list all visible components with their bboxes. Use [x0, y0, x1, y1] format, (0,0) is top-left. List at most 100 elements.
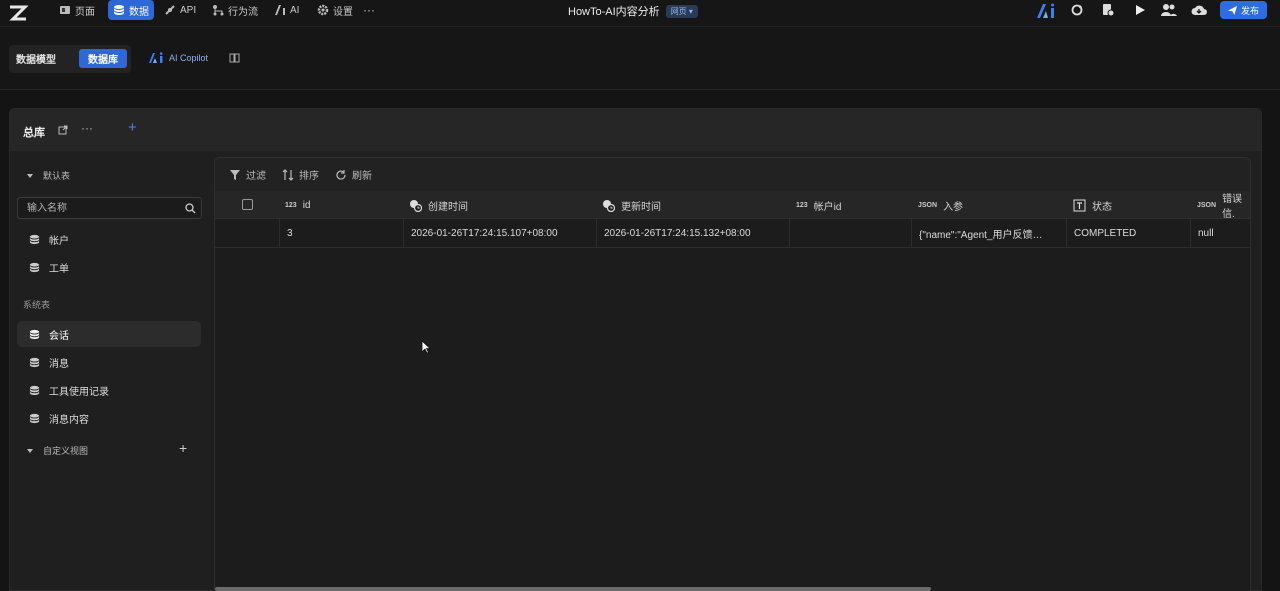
- platform-badge[interactable]: 网页 ▾: [665, 4, 698, 18]
- sidebar-item-label: 会话: [49, 330, 69, 342]
- data-table-area: 过滤 排序 刷新 123 id 创建时间 更新时间 123 帐户id JSON …: [214, 157, 1251, 591]
- nav-more-button[interactable]: ···: [358, 0, 380, 20]
- users-icon[interactable]: [1161, 3, 1177, 17]
- refresh-label: 刷新: [352, 171, 372, 182]
- tab-main-db[interactable]: 总库: [23, 124, 45, 140]
- table-cell[interactable]: 2026-01-26T17:24:15.132+08:00: [596, 219, 789, 248]
- table-search-input[interactable]: [18, 198, 168, 218]
- nav-item-api[interactable]: API: [159, 0, 201, 20]
- app-logo-icon[interactable]: [7, 3, 29, 23]
- mouse-cursor-icon: [421, 340, 431, 354]
- external-link-icon[interactable]: [58, 125, 68, 135]
- document-settings-icon[interactable]: [1101, 3, 1115, 17]
- ai-copilot-icon: [149, 52, 163, 63]
- column-header-status[interactable]: 状态: [1073, 191, 1112, 219]
- publish-label: 发布: [1240, 5, 1259, 16]
- nav-label-settings: 设置: [333, 6, 353, 18]
- collapse-icon: [27, 173, 33, 178]
- book-icon[interactable]: [229, 53, 240, 63]
- horizontal-scrollbar[interactable]: [215, 587, 931, 591]
- table-cell[interactable]: 3: [279, 219, 403, 248]
- app-title[interactable]: HowTo-AI内容分析 网页 ▾: [568, 3, 698, 19]
- database-icon: [29, 262, 40, 272]
- sidebar-item-messages[interactable]: 消息: [17, 349, 201, 375]
- flow-icon: [213, 5, 224, 16]
- section-default-tables[interactable]: 默认表: [27, 169, 70, 182]
- sort-button[interactable]: 排序: [282, 167, 319, 182]
- add-tab-button[interactable]: +: [128, 119, 137, 136]
- sidebar-item-tickets[interactable]: 工单: [17, 254, 201, 280]
- refresh-button[interactable]: 刷新: [335, 167, 372, 182]
- column-header-input[interactable]: JSON 入参: [918, 191, 963, 219]
- sidebar-item-tool-usage[interactable]: 工具使用记录: [17, 377, 201, 403]
- add-view-button[interactable]: +: [179, 440, 187, 456]
- table-toolbar: 过滤 排序 刷新: [215, 158, 1250, 191]
- publish-button[interactable]: 发布: [1220, 1, 1267, 19]
- section-custom-views[interactable]: 自定义视图: [27, 444, 88, 457]
- database-panel: 总库 ··· + 默认表 帐户 工单 系统表 会话 消息: [9, 108, 1262, 591]
- play-icon[interactable]: [1133, 3, 1147, 17]
- data-mode-switch: 数据模型 数据库: [9, 45, 131, 73]
- column-header-id[interactable]: 123 id: [285, 191, 310, 219]
- refresh-icon: [336, 169, 346, 180]
- nav-label-pages: 页面: [75, 6, 95, 18]
- filter-label: 过滤: [246, 171, 266, 182]
- table-cell[interactable]: 2026-01-26T17:24:15.107+08:00: [403, 219, 596, 248]
- ai-brand-icon[interactable]: [1036, 3, 1056, 19]
- sort-label: 排序: [299, 171, 319, 182]
- text-type-icon: [1073, 199, 1086, 211]
- table-header: 123 id 创建时间 更新时间 123 帐户id JSON 入参 状态 JSO…: [215, 191, 1250, 220]
- ai-copilot-button[interactable]: AI Copilot: [148, 52, 208, 64]
- clock-icon: [603, 199, 615, 212]
- nav-label-ai: AI: [290, 4, 300, 16]
- cloud-download-icon[interactable]: [1191, 3, 1207, 17]
- database-icon: [29, 329, 40, 339]
- nav-label-api: API: [180, 4, 197, 16]
- database-icon: [29, 413, 40, 423]
- search-icon[interactable]: [185, 203, 196, 214]
- app-title-text: HowTo-AI内容分析: [568, 6, 660, 18]
- top-nav-bar: 页面 数据 API 行为流 AI 设置 ··· HowTo-AI内容分析 网页 …: [0, 0, 1280, 27]
- table-cell[interactable]: {"name":"Agent_用户反馈…: [911, 219, 1066, 248]
- table-cell[interactable]: [789, 219, 911, 248]
- data-model-tab[interactable]: 数据模型: [16, 51, 56, 66]
- table-cell[interactable]: null: [1190, 219, 1250, 248]
- table-row[interactable]: 3 2026-01-26T17:24:15.107+08:00 2026-01-…: [215, 219, 1250, 248]
- column-label: 帐户id: [813, 201, 842, 213]
- nav-item-pages[interactable]: 页面: [54, 0, 100, 20]
- column-type-label: 123: [796, 201, 808, 209]
- table-sidebar: 默认表 帐户 工单 系统表 会话 消息 工具使用记录 消息内容: [10, 151, 210, 591]
- gear-icon: [317, 4, 329, 16]
- sub-toolbar: 数据模型 数据库 AI Copilot: [0, 27, 1280, 90]
- column-type-label: JSON: [918, 201, 938, 209]
- panel-tab-bar: 总库 ··· +: [10, 109, 1261, 151]
- column-header-updated[interactable]: 更新时间: [602, 191, 661, 219]
- sidebar-item-sessions[interactable]: 会话: [17, 321, 201, 347]
- api-icon: [165, 5, 175, 15]
- tab-more-button[interactable]: ···: [81, 121, 93, 135]
- ai-copilot-label: AI Copilot: [169, 53, 209, 63]
- database-tab[interactable]: 数据库: [79, 49, 127, 68]
- nav-item-data[interactable]: 数据: [108, 0, 154, 20]
- nav-item-flow[interactable]: 行为流: [207, 0, 263, 20]
- sidebar-item-label: 消息内容: [49, 414, 89, 426]
- column-header-created[interactable]: 创建时间: [409, 191, 468, 219]
- nav-label-flow: 行为流: [228, 6, 258, 18]
- column-header-error[interactable]: JSON 错误信.: [1197, 191, 1250, 220]
- select-all-checkbox[interactable]: [242, 199, 253, 210]
- nav-item-ai[interactable]: AI: [269, 0, 304, 20]
- column-label: 状态: [1092, 201, 1112, 213]
- sidebar-item-message-content[interactable]: 消息内容: [17, 405, 201, 431]
- filter-button[interactable]: 过滤: [229, 167, 266, 182]
- column-header-account-id[interactable]: 123 帐户id: [796, 191, 841, 219]
- sync-icon[interactable]: [1070, 3, 1084, 17]
- table-cell[interactable]: COMPLETED: [1066, 219, 1190, 248]
- database-icon: [29, 234, 40, 244]
- send-icon: [1227, 5, 1237, 15]
- nav-item-settings[interactable]: 设置: [312, 0, 358, 20]
- column-label: id: [302, 199, 311, 211]
- sidebar-item-accounts[interactable]: 帐户: [17, 226, 201, 252]
- column-label: 入参: [943, 201, 964, 213]
- column-label: 错误信.: [1222, 194, 1243, 220]
- nav-label-data: 数据: [129, 6, 149, 18]
